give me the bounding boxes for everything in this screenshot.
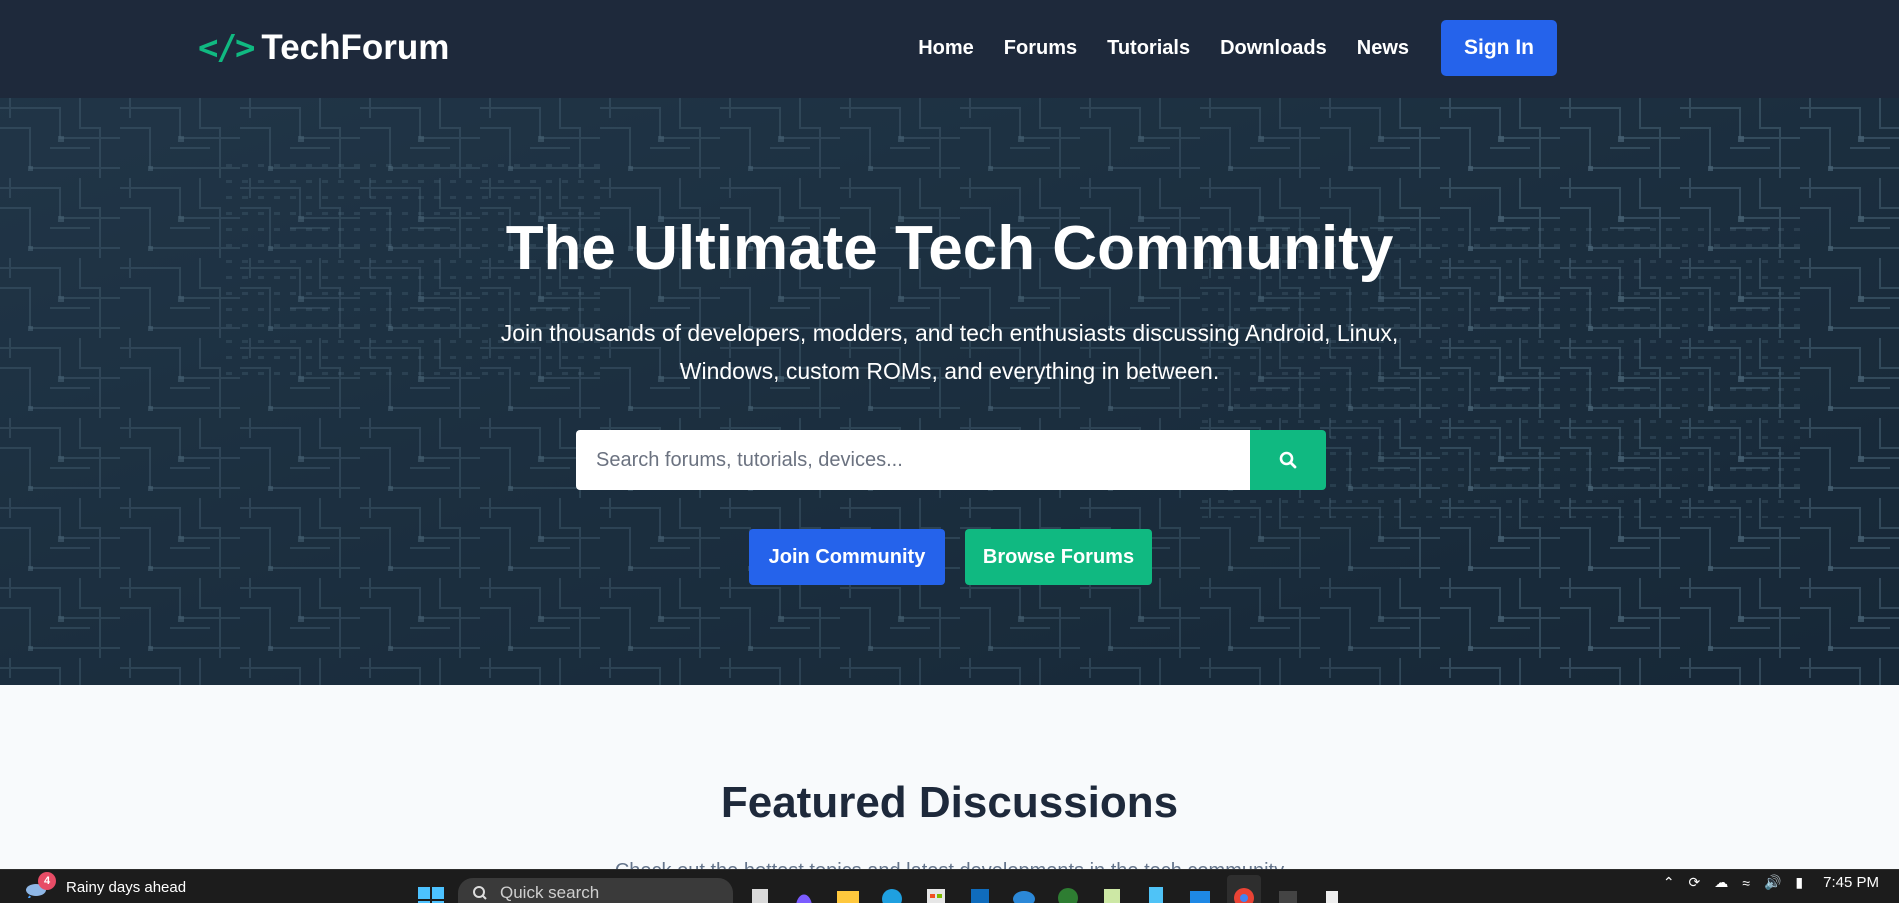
sync-icon[interactable]: ⟳ bbox=[1689, 874, 1701, 891]
browse-forums-button[interactable]: Browse Forums bbox=[965, 529, 1152, 585]
file-icon[interactable] bbox=[743, 875, 777, 903]
hero-section: The Ultimate Tech Community Join thousan… bbox=[0, 98, 1899, 685]
search-button[interactable] bbox=[1250, 430, 1326, 490]
start-icon[interactable] bbox=[414, 875, 448, 903]
code-icon: </> bbox=[198, 28, 255, 68]
site-header: </> TechForum Home Forums Tutorials Down… bbox=[0, 0, 1899, 98]
logo-text: TechForum bbox=[261, 28, 450, 67]
terminal-icon[interactable] bbox=[1271, 875, 1305, 903]
volume-icon[interactable]: 🔊 bbox=[1764, 874, 1781, 891]
notepad-icon[interactable] bbox=[1095, 875, 1129, 903]
weather-icon: 4 bbox=[24, 872, 56, 901]
hero-actions: Join Community Browse Forums bbox=[749, 529, 1152, 585]
copilot-icon[interactable] bbox=[787, 875, 821, 903]
taskbar-apps: Quick search bbox=[414, 872, 1349, 903]
windows-taskbar: 4 Rainy days ahead Quick search ⌃ ⟳ ☁ ≈ … bbox=[0, 869, 1899, 903]
weather-text: Rainy days ahead bbox=[66, 878, 187, 896]
search-icon bbox=[1279, 451, 1297, 469]
chevron-up-icon[interactable]: ⌃ bbox=[1663, 874, 1675, 891]
system-tray: ⌃ ⟳ ☁ ≈ 🔊 ▮ 7:45 PM bbox=[1663, 874, 1879, 891]
hero-search bbox=[576, 430, 1326, 490]
photos-icon[interactable] bbox=[1183, 875, 1217, 903]
nav-downloads[interactable]: Downloads bbox=[1220, 30, 1327, 66]
hs-app-icon[interactable] bbox=[1051, 875, 1085, 903]
search-input[interactable] bbox=[576, 430, 1251, 490]
nav-news[interactable]: News bbox=[1357, 30, 1409, 66]
main-nav: Home Forums Tutorials Downloads News Sig… bbox=[918, 20, 1557, 76]
cloud-app-icon[interactable] bbox=[1007, 875, 1041, 903]
nav-home[interactable]: Home bbox=[918, 30, 974, 66]
weather-widget[interactable]: 4 Rainy days ahead bbox=[24, 872, 187, 901]
clock[interactable]: 7:45 PM bbox=[1823, 874, 1879, 891]
hero-content: The Ultimate Tech Community Join thousan… bbox=[0, 98, 1899, 685]
site-logo[interactable]: </> TechForum bbox=[198, 28, 449, 68]
wifi-icon[interactable]: ≈ bbox=[1742, 875, 1750, 891]
hero-title: The Ultimate Tech Community bbox=[505, 214, 1394, 283]
featured-title: Featured Discussions bbox=[720, 778, 1179, 827]
edge-icon[interactable] bbox=[875, 875, 909, 903]
sign-in-button[interactable]: Sign In bbox=[1441, 20, 1557, 76]
battery-icon[interactable]: ▮ bbox=[1795, 874, 1803, 891]
weather-badge: 4 bbox=[38, 872, 56, 890]
chrome-icon[interactable] bbox=[1227, 875, 1261, 903]
app-icon[interactable] bbox=[1315, 875, 1349, 903]
notes-icon[interactable] bbox=[1139, 875, 1173, 903]
nav-tutorials[interactable]: Tutorials bbox=[1107, 30, 1190, 66]
nav-forums[interactable]: Forums bbox=[1004, 30, 1077, 66]
folder-icon[interactable] bbox=[831, 875, 865, 903]
search-icon bbox=[473, 886, 487, 900]
join-community-button[interactable]: Join Community bbox=[749, 529, 945, 585]
taskbar-search-label: Quick search bbox=[500, 883, 600, 902]
store-icon[interactable] bbox=[919, 875, 953, 903]
hero-subtitle: Join thousands of developers, modders, a… bbox=[500, 320, 1399, 384]
taskbar-search[interactable]: Quick search bbox=[458, 878, 733, 903]
outlook-icon[interactable] bbox=[963, 875, 997, 903]
onedrive-icon[interactable]: ☁ bbox=[1714, 874, 1728, 891]
